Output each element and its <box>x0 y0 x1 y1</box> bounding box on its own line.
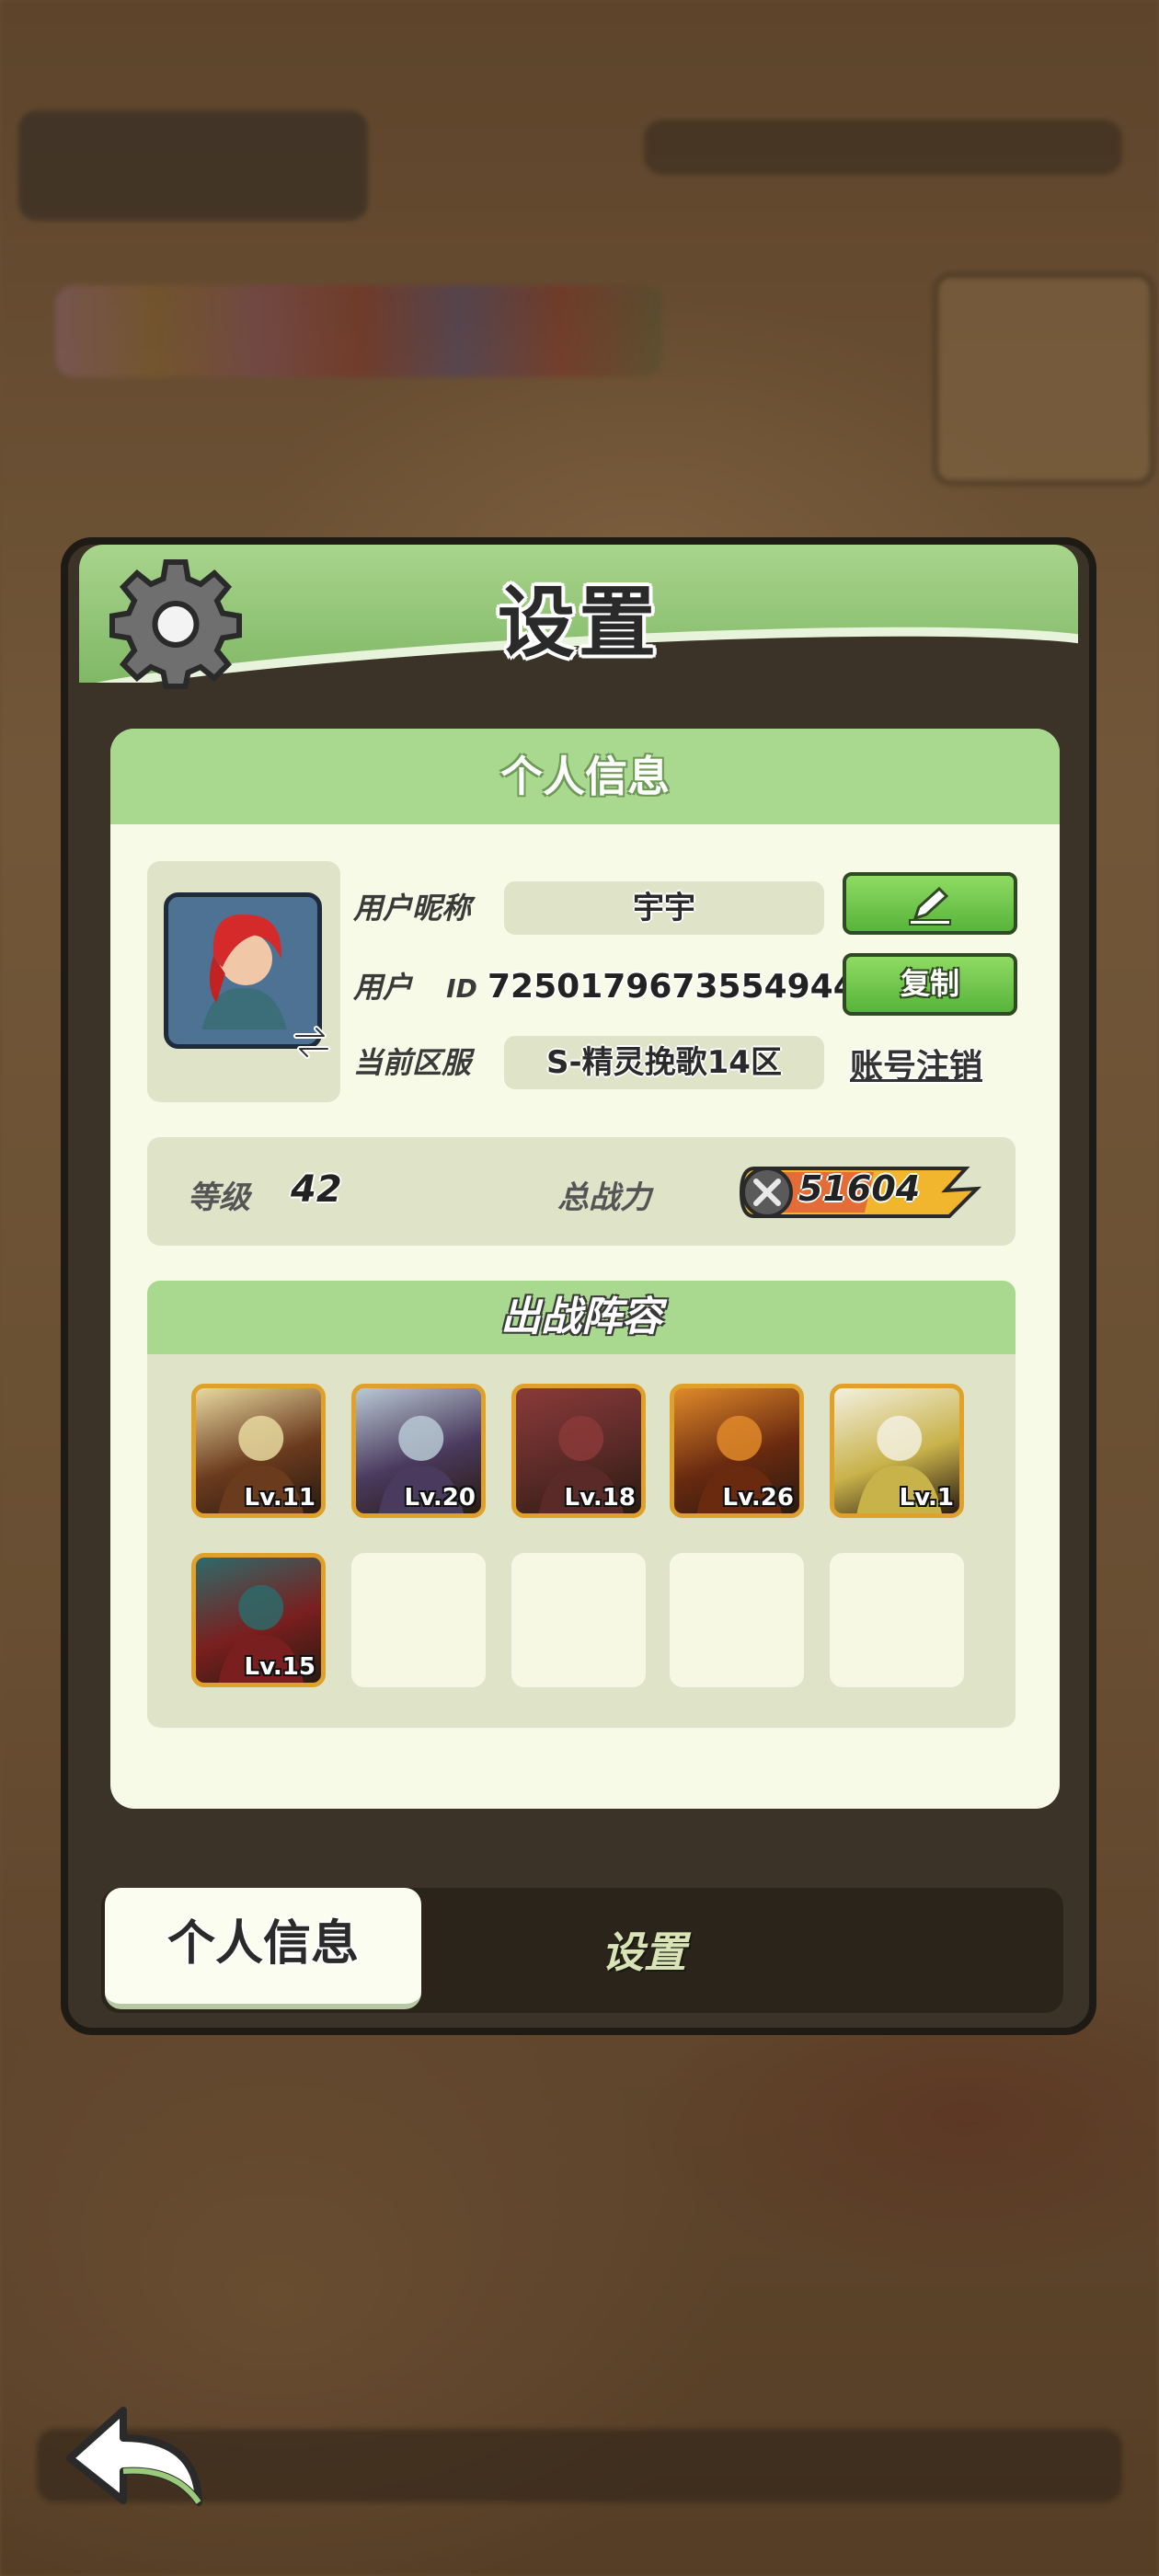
modal-title: 设置 <box>497 578 660 668</box>
back-arrow-icon[interactable] <box>59 2401 215 2512</box>
avatar-box[interactable] <box>147 861 340 1102</box>
nickname-value: 宇宇 <box>504 881 824 935</box>
hero-slot[interactable]: Lv.26 <box>670 1384 804 1518</box>
level-label: 等级 <box>188 1179 250 1216</box>
power-badge: 51604 <box>736 1157 984 1224</box>
power-label: 总战力 <box>557 1179 651 1216</box>
hero-slot[interactable]: Lv.1 <box>830 1384 964 1518</box>
server-value: S-精灵挽歌14区 <box>504 1036 824 1089</box>
user-id-label-id: ID <box>446 973 477 1004</box>
hero-level: Lv.11 <box>244 1484 316 1512</box>
empty-hero-slot[interactable] <box>670 1553 804 1687</box>
delete-account-link[interactable]: 账号注销 <box>850 1040 982 1087</box>
profile-panel: 个人信息 用户昵称 宇宇 用户 ID 725017967355494422 复制… <box>110 729 1060 1809</box>
hero-level: Lv.18 <box>564 1484 636 1512</box>
nickname-label: 用户昵称 <box>353 891 472 926</box>
hero-slot[interactable]: Lv.20 <box>351 1384 486 1518</box>
empty-hero-slot[interactable] <box>511 1553 646 1687</box>
hero-level: Lv.20 <box>404 1484 476 1512</box>
user-id-label: 用户 ID <box>353 964 477 1006</box>
hero-level: Lv.1 <box>899 1484 954 1512</box>
modal-tabs: 个人信息 设置 <box>101 1888 1063 2013</box>
hero-slot[interactable]: Lv.18 <box>511 1384 646 1518</box>
hero-slot[interactable]: Lv.11 <box>191 1384 326 1518</box>
empty-hero-slot[interactable] <box>351 1553 486 1687</box>
lineup-title: 出战阵容 <box>147 1281 1016 1354</box>
level-value: 42 <box>291 1168 342 1211</box>
hero-level: Lv.26 <box>722 1484 794 1512</box>
stats-bar: 等级 42 总战力 51604 <box>147 1137 1016 1246</box>
tab-profile[interactable]: 个人信息 <box>105 1888 421 2009</box>
pencil-icon <box>909 886 951 926</box>
power-value: 51604 <box>798 1168 921 1209</box>
server-label: 当前区服 <box>353 1045 472 1080</box>
tab-settings[interactable]: 设置 <box>506 1888 782 2013</box>
copy-id-button[interactable]: 复制 <box>843 953 1017 1016</box>
edit-nickname-button[interactable] <box>843 872 1017 935</box>
hero-level: Lv.15 <box>244 1653 316 1681</box>
empty-hero-slot[interactable] <box>830 1553 964 1687</box>
profile-panel-title: 个人信息 <box>110 729 1060 824</box>
hero-slot[interactable]: Lv.15 <box>191 1553 326 1687</box>
swap-avatar-icon[interactable] <box>289 1019 335 1065</box>
user-id-label-text: 用户 <box>353 970 413 1005</box>
battle-lineup: 出战阵容 Lv.11 Lv.20 Lv.18 Lv.26 Lv.1 Lv.15 <box>147 1281 1016 1728</box>
settings-modal: 设置 个人信息 用户昵称 宇宇 用户 ID 725017967355494422… <box>61 537 1096 2035</box>
user-id-value: 725017967355494422 <box>488 968 902 1006</box>
